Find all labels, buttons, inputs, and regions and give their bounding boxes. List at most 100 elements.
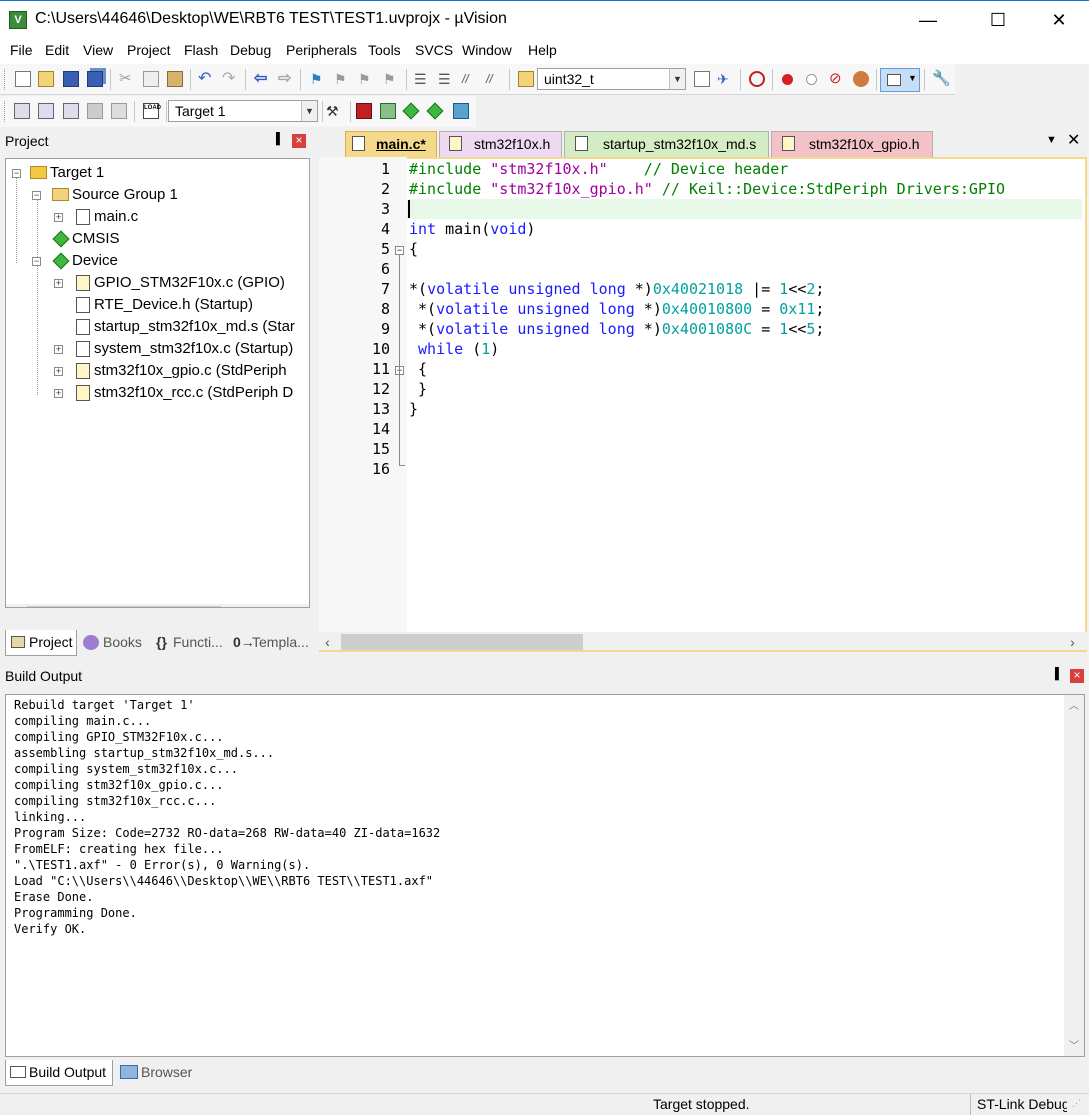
select-software-packs-icon[interactable] <box>426 102 444 120</box>
undo-icon[interactable]: ↶ <box>198 71 214 87</box>
editor-hscrollbar[interactable]: ‹ › <box>319 632 1087 652</box>
manage-project-items-icon[interactable] <box>380 103 396 119</box>
stop-build-icon[interactable] <box>111 103 127 119</box>
configure-icon[interactable]: 🔧 <box>932 71 951 87</box>
expand-icon[interactable]: + <box>54 213 63 222</box>
fold-marker-icon[interactable]: − <box>395 246 404 255</box>
scroll-right-icon[interactable]: › <box>1064 632 1081 652</box>
project-tree-hscrollbar[interactable]: ‹ › <box>6 604 309 607</box>
navigate-forward-icon[interactable]: ⇨ <box>278 71 294 87</box>
insert-bookmark-icon[interactable]: ⚑ <box>310 71 326 87</box>
maximize-button[interactable]: ☐ <box>975 1 1021 39</box>
chevron-down-icon[interactable]: ▼ <box>301 101 317 121</box>
unindent-icon[interactable]: ☰ <box>438 71 454 87</box>
resize-grip-icon[interactable]: ⋰ <box>1072 1098 1081 1109</box>
tab-main-c[interactable]: main.c* <box>345 131 437 157</box>
open-folder-icon[interactable] <box>38 71 54 87</box>
window-layout-dropdown[interactable]: ▼ <box>880 68 920 92</box>
minimize-button[interactable]: — <box>905 1 951 39</box>
scroll-thumb[interactable] <box>27 606 221 607</box>
save-icon[interactable] <box>63 71 79 87</box>
tab-stm32f10x-gpio-h[interactable]: stm32f10x_gpio.h <box>771 131 933 157</box>
download-icon[interactable]: LOAD <box>143 103 161 119</box>
incremental-find-icon[interactable]: ✈ <box>717 71 733 87</box>
build-output-vscrollbar[interactable]: ︿ ﹀ <box>1064 695 1084 1056</box>
collapse-icon[interactable]: − <box>32 257 41 266</box>
start-debug-icon[interactable] <box>749 71 765 87</box>
close-icon[interactable]: × <box>292 134 306 148</box>
menu-tools[interactable]: Tools <box>368 42 401 58</box>
close-icon[interactable]: × <box>1070 669 1084 683</box>
copy-icon[interactable] <box>143 71 159 87</box>
next-bookmark-icon[interactable]: ⚑ <box>358 71 374 87</box>
tab-startup-md-s[interactable]: startup_stm32f10x_md.s <box>564 131 769 157</box>
paste-icon[interactable] <box>167 71 183 87</box>
build-output-log[interactable]: Rebuild target 'Target 1' compiling main… <box>5 694 1085 1057</box>
menu-help[interactable]: Help <box>528 42 557 58</box>
menu-peripherals[interactable]: Peripherals <box>286 42 357 58</box>
comment-selection-icon[interactable]: // <box>462 71 478 87</box>
tab-books[interactable]: Books <box>80 630 146 656</box>
tab-functions[interactable]: {} Functi... <box>153 630 225 656</box>
translate-icon[interactable] <box>14 103 30 119</box>
tab-project[interactable]: Project <box>5 630 77 656</box>
new-file-icon[interactable] <box>15 71 31 87</box>
pin-icon[interactable]: ▐ <box>272 133 280 145</box>
menu-view[interactable]: View <box>83 42 113 58</box>
find-in-files-icon[interactable] <box>518 71 534 87</box>
find-icon[interactable] <box>694 71 710 87</box>
cut-icon[interactable]: ✂ <box>119 71 135 87</box>
chevron-down-icon[interactable]: ▼ <box>669 69 685 89</box>
collapse-icon[interactable]: − <box>12 169 21 178</box>
close-button[interactable]: ✕ <box>1036 1 1082 39</box>
collapse-icon[interactable]: − <box>32 191 41 200</box>
tab-templates[interactable]: 0→ Templa... <box>230 630 310 656</box>
target-select[interactable]: Target 1 ▼ <box>168 100 318 122</box>
menu-flash[interactable]: Flash <box>184 42 218 58</box>
toolbar-grip[interactable] <box>4 69 7 90</box>
scroll-left-icon[interactable]: ‹ <box>6 604 23 607</box>
expand-icon[interactable]: + <box>54 389 63 398</box>
pin-icon[interactable]: ▐ <box>1051 668 1059 680</box>
kill-breakpoints-icon[interactable] <box>853 71 869 87</box>
rebuild-icon[interactable] <box>63 103 79 119</box>
uncomment-selection-icon[interactable]: // <box>486 71 502 87</box>
toolbar-grip[interactable] <box>4 101 7 122</box>
clear-bookmarks-icon[interactable]: ⚑ <box>383 71 399 87</box>
menu-file[interactable]: File <box>10 42 33 58</box>
menu-svcs[interactable]: SVCS <box>415 42 453 58</box>
scroll-down-icon[interactable]: ﹀ <box>1069 1037 1079 1052</box>
menu-debug[interactable]: Debug <box>230 42 271 58</box>
close-editor-icon[interactable]: ✕ <box>1067 130 1080 150</box>
previous-bookmark-icon[interactable]: ⚑ <box>334 71 350 87</box>
options-for-target-icon[interactable]: ⚒ <box>326 103 342 119</box>
scroll-right-icon[interactable]: › <box>288 604 305 607</box>
redo-icon[interactable]: ↷ <box>222 71 238 87</box>
tab-browser[interactable]: Browser <box>117 1060 197 1086</box>
tab-build-output[interactable]: Build Output <box>5 1060 113 1086</box>
file-extensions-icon[interactable] <box>356 103 372 119</box>
scroll-up-icon[interactable]: ︿ <box>1069 697 1079 712</box>
tab-stm32f10x-h[interactable]: stm32f10x.h <box>439 131 562 157</box>
menu-project[interactable]: Project <box>127 42 171 58</box>
expand-icon[interactable]: + <box>54 367 63 376</box>
build-output-header: Build Output ▐ × <box>0 663 1089 689</box>
batch-build-icon[interactable] <box>87 103 103 119</box>
indent-icon[interactable]: ☰ <box>414 71 430 87</box>
build-icon[interactable] <box>38 103 54 119</box>
menu-edit[interactable]: Edit <box>45 42 69 58</box>
expand-icon[interactable]: + <box>54 345 63 354</box>
menu-window[interactable]: Window <box>462 42 512 58</box>
tab-list-dropdown-icon[interactable]: ▼ <box>1046 134 1057 146</box>
pack-installer-icon[interactable] <box>453 103 469 119</box>
expand-icon[interactable]: + <box>54 279 63 288</box>
manage-runtime-environment-icon[interactable] <box>402 102 420 120</box>
disable-breakpoints-icon[interactable]: ⊘ <box>829 71 845 87</box>
navigate-back-icon[interactable]: ⇦ <box>254 71 270 87</box>
scroll-left-icon[interactable]: ‹ <box>319 632 336 652</box>
enable-breakpoint-icon[interactable] <box>806 74 817 85</box>
scroll-thumb[interactable] <box>341 634 583 650</box>
save-all-icon[interactable] <box>87 71 103 87</box>
find-combo[interactable]: uint32_t ▼ <box>537 68 686 90</box>
breakpoint-icon[interactable] <box>782 74 793 85</box>
